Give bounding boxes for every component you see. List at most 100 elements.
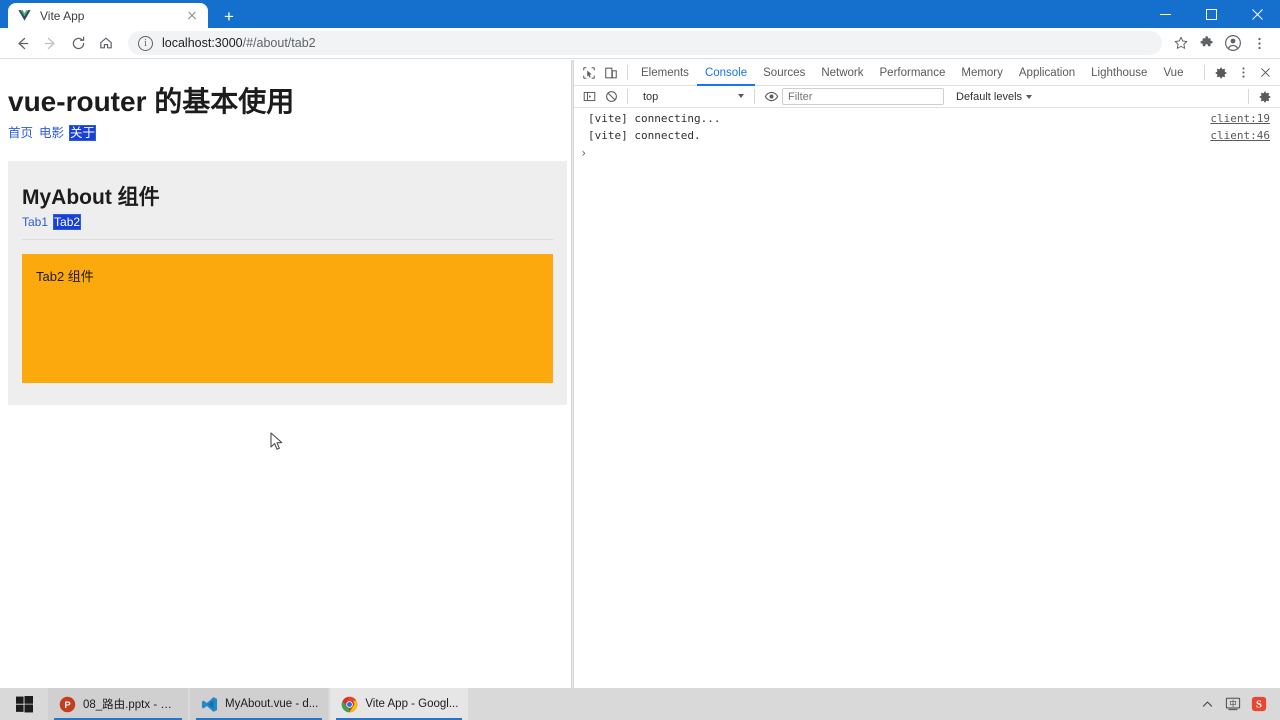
chrome-icon <box>340 695 358 713</box>
about-tabs-nav: Tab1 Tab2 <box>22 213 553 240</box>
console-message-text: [vite] connecting... <box>588 112 721 125</box>
about-component-card: MyAbout 组件 Tab1 Tab2 Tab2 组件 <box>8 160 567 405</box>
close-icon[interactable] <box>184 8 200 24</box>
console-prompt[interactable]: › <box>574 144 1280 162</box>
console-toolbar: top Default levels <box>574 86 1280 108</box>
vscode-icon <box>200 695 218 713</box>
devtools-close-icon[interactable] <box>1254 62 1276 84</box>
divider <box>627 89 628 104</box>
console-settings-gear-icon[interactable] <box>1254 86 1276 108</box>
profile-avatar-icon[interactable] <box>1220 30 1246 56</box>
browser-tab-title: Vite App <box>40 8 85 23</box>
back-button[interactable] <box>8 29 36 57</box>
svg-text:S: S <box>1256 700 1262 711</box>
bookmark-star-icon[interactable] <box>1168 30 1194 56</box>
browser-tabstrip: Vite App + <box>0 0 1280 28</box>
screen: Vite App + i localhost:3000/#/about/tab2… <box>0 0 1280 720</box>
address-bar-url: localhost:3000/#/about/tab2 <box>162 36 316 50</box>
taskbar-item-vscode[interactable]: MyAbout.vue - d... <box>190 688 329 720</box>
tab-link-tab2[interactable]: Tab2 <box>53 213 82 230</box>
divider <box>1204 65 1205 80</box>
devtools-tab-console[interactable]: Console <box>697 60 755 86</box>
console-levels-select[interactable]: Default levels <box>956 91 1033 103</box>
close-window-button[interactable] <box>1234 0 1280 28</box>
inspect-element-icon[interactable] <box>578 62 600 84</box>
chrome-menu-icon[interactable] <box>1246 30 1272 56</box>
taskbar-item-label: Vite App - Googl... <box>365 698 459 710</box>
devtools-tab-elements[interactable]: Elements <box>633 60 697 86</box>
console-output[interactable]: [vite] connecting... client:19 [vite] co… <box>574 108 1280 686</box>
console-message-text: [vite] connected. <box>588 129 701 142</box>
main-router-nav: 首页 电影 关于 <box>8 125 563 143</box>
nav-link-about[interactable]: 关于 <box>69 125 97 141</box>
taskbar-item-label: MyAbout.vue - d... <box>225 698 319 710</box>
window-controls <box>1142 0 1280 28</box>
devtools-tab-sources[interactable]: Sources <box>755 60 813 86</box>
divider <box>1248 89 1249 104</box>
console-message-row: [vite] connecting... client:19 <box>574 110 1280 127</box>
tab2-panel-title: Tab2 组件 <box>36 268 94 284</box>
windows-taskbar: P 08_路由.pptx - Po... MyAbout.vue - d... <box>0 688 1280 720</box>
nav-link-home[interactable]: 首页 <box>8 126 33 140</box>
system-tray: 中 S <box>1194 688 1280 720</box>
browser-tab[interactable]: Vite App <box>8 3 208 28</box>
console-prompt-caret: › <box>580 146 588 160</box>
divider <box>627 65 628 80</box>
forward-button <box>36 29 64 57</box>
extensions-puzzle-icon[interactable] <box>1194 30 1220 56</box>
svg-text:P: P <box>64 699 70 710</box>
console-context-select[interactable]: top <box>637 88 749 105</box>
powerpoint-icon: P <box>58 695 76 713</box>
console-message-row: [vite] connected. client:46 <box>574 127 1280 144</box>
live-expression-eye-icon[interactable] <box>760 86 782 108</box>
chevron-down-icon <box>1026 94 1033 99</box>
nav-link-movie[interactable]: 电影 <box>39 126 64 140</box>
clear-console-icon[interactable] <box>600 86 622 108</box>
site-info-icon[interactable]: i <box>138 35 153 51</box>
ime-language-icon[interactable]: 中 <box>1220 688 1246 720</box>
devtools-panel: Elements Console Sources Network Perform… <box>574 60 1280 688</box>
url-host: localhost:3000 <box>162 36 243 50</box>
devtools-tab-network[interactable]: Network <box>813 60 871 86</box>
devtools-tabbar-actions <box>1199 62 1280 84</box>
svg-text:中: 中 <box>1229 699 1236 708</box>
console-sidebar-icon[interactable] <box>578 86 600 108</box>
devtools-tab-lighthouse[interactable]: Lighthouse <box>1083 60 1155 86</box>
address-bar[interactable]: i localhost:3000/#/about/tab2 <box>128 31 1162 55</box>
device-toolbar-icon[interactable] <box>600 62 622 84</box>
console-toolbar-actions <box>1243 86 1280 108</box>
minimize-button[interactable] <box>1142 0 1188 28</box>
page-viewport: vue-router 的基本使用 首页 电影 关于 MyAbout 组件 Tab1 T… <box>0 60 571 688</box>
chevron-down-icon <box>738 94 744 98</box>
taskbar-item-chrome[interactable]: Vite App - Googl... <box>330 688 469 720</box>
vue-logo-icon <box>16 8 32 24</box>
taskbar-item-powerpoint[interactable]: P 08_路由.pptx - Po... <box>48 688 188 720</box>
chrome-browser-window: Vite App + i localhost:3000/#/about/tab2… <box>0 0 1280 688</box>
console-filter-input[interactable] <box>782 88 944 105</box>
devtools-tab-performance[interactable]: Performance <box>872 60 954 86</box>
about-card-title: MyAbout 组件 <box>22 185 160 209</box>
taskbar-item-label: 08_路由.pptx - Po... <box>83 699 178 711</box>
maximize-button[interactable] <box>1188 0 1234 28</box>
console-message-source[interactable]: client:46 <box>1210 129 1270 142</box>
new-tab-button[interactable]: + <box>216 5 242 27</box>
divider <box>754 89 755 104</box>
devtools-tab-application[interactable]: Application <box>1011 60 1083 86</box>
start-button[interactable] <box>0 688 48 720</box>
reload-button[interactable] <box>64 29 92 57</box>
devtools-tab-vue[interactable]: Vue <box>1155 60 1191 86</box>
devtools-tabbar: Elements Console Sources Network Perform… <box>574 60 1280 86</box>
sogou-input-icon[interactable]: S <box>1246 688 1272 720</box>
tab2-panel: Tab2 组件 <box>22 253 553 383</box>
show-hidden-icons-chevron-up-icon[interactable] <box>1194 688 1220 720</box>
devtools-tab-memory[interactable]: Memory <box>953 60 1011 86</box>
tab-link-tab1[interactable]: Tab1 <box>22 215 48 229</box>
vue-app-root: vue-router 的基本使用 首页 电影 关于 MyAbout 组件 Tab1 T… <box>0 60 571 413</box>
home-button[interactable] <box>92 29 120 57</box>
console-message-source[interactable]: client:19 <box>1210 112 1270 125</box>
console-context-value: top <box>643 90 659 103</box>
page-title: vue-router 的基本使用 <box>8 86 295 117</box>
devtools-more-icon[interactable] <box>1232 62 1254 84</box>
gear-icon[interactable] <box>1210 62 1232 84</box>
url-path: /#/about/tab2 <box>242 36 316 50</box>
